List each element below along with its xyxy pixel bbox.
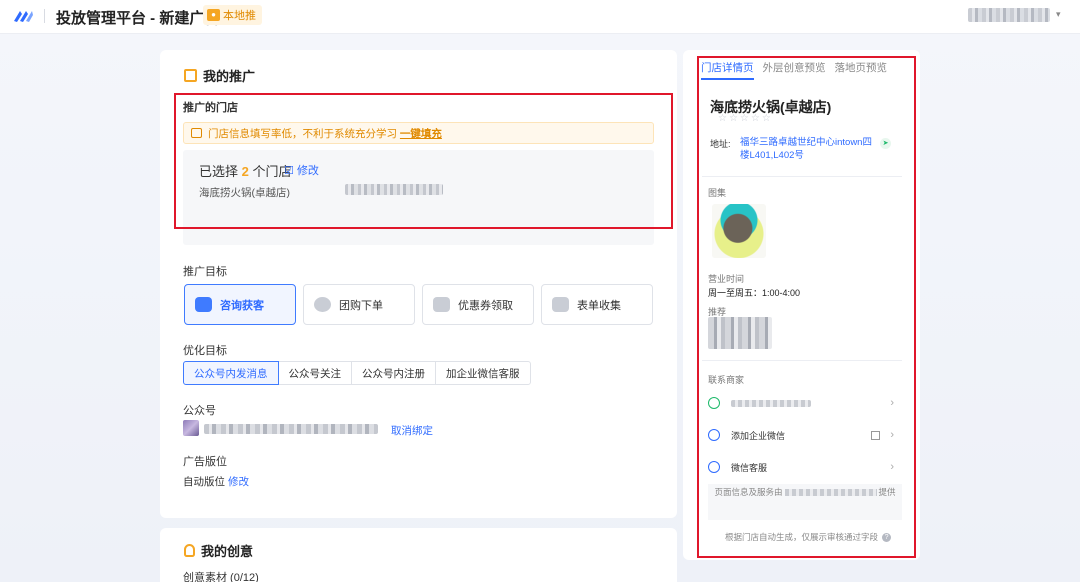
goal-consult[interactable]: 咨询获客	[184, 284, 296, 325]
hours-text: 周一至周五：1:00-4:00	[708, 288, 801, 298]
contact-wecom-label: 添加企业微信	[731, 430, 786, 441]
unbind-link[interactable]: 取消绑定	[391, 423, 433, 438]
contact-wecom-row[interactable]: 添加企业微信 ›	[708, 426, 894, 444]
form-icon	[552, 297, 569, 312]
contact-phone-row[interactable]: ›	[708, 394, 894, 412]
creative-title: 我的创意	[184, 541, 253, 560]
goal-groupbuy-label: 团购下单	[339, 299, 383, 312]
coupon-icon	[433, 297, 450, 312]
user-account-name[interactable]	[968, 8, 1050, 22]
auto-generated-footnote: 根据门店自动生成，仅展示审核通过字段 ?	[725, 531, 892, 543]
selected-count: 2	[241, 164, 249, 179]
groupbuy-icon	[314, 297, 331, 312]
edit-stores-label: 修改	[296, 165, 319, 177]
rating-stars: ☆☆☆☆☆	[718, 113, 773, 124]
provider-prefix: 页面信息及服务由	[714, 487, 783, 497]
promotion-title: 我的推广	[184, 66, 255, 85]
chevron-right-icon: ›	[890, 461, 894, 473]
goal-form[interactable]: 表单收集	[541, 284, 653, 325]
contact-wechat-service-row[interactable]: 微信客服 ›	[708, 458, 894, 476]
platform-logo-icon	[14, 11, 33, 22]
address-label: 地址:	[710, 139, 731, 149]
store-section-label: 推广的门店	[183, 102, 238, 114]
title-divider	[44, 9, 45, 23]
adpos-value: 自动版位	[183, 476, 225, 488]
gzh-avatar	[183, 420, 199, 436]
gallery-image[interactable]	[712, 204, 766, 258]
chevron-down-icon[interactable]: ▾	[1056, 9, 1061, 20]
goal-groupbuy[interactable]: 团购下单	[303, 284, 415, 325]
goal-consult-label: 咨询获客	[220, 299, 264, 312]
opt-tab-wecom-service[interactable]: 加企业微信客服	[435, 361, 531, 385]
warning-text: 门店信息填写率低，不利于系统充分学习	[208, 127, 397, 140]
adpos-edit-link[interactable]: 修改	[228, 474, 249, 489]
adpos-section-label: 广告版位	[183, 456, 227, 468]
edit-icon: ☑	[284, 165, 294, 177]
goal-form-label: 表单收集	[577, 299, 621, 312]
selected-stores-summary: 已选择 2 个门店	[199, 161, 292, 180]
one-click-fill-link[interactable]: 一键填充	[400, 128, 442, 140]
wecom-icon	[708, 429, 720, 441]
preview-tabs: 门店详情页 外层创意预览 落地页预览	[701, 60, 887, 80]
selected-prefix: 已选择	[199, 164, 239, 179]
store-name: 海底捞火锅(卓越店)	[199, 187, 290, 199]
qr-code-icon	[871, 430, 880, 440]
top-bar: 投放管理平台 - 新建广告 ● 本地推 ▾	[0, 0, 1080, 34]
tag-label: 本地推	[223, 10, 256, 22]
opt-section-label: 优化目标	[183, 345, 227, 357]
promotion-icon	[184, 69, 197, 82]
divider	[702, 176, 902, 177]
recommend-blurred	[708, 317, 772, 349]
store-warning-icon	[191, 128, 202, 138]
page-title: 投放管理平台 - 新建广告	[56, 10, 220, 27]
opt-tab-follow[interactable]: 公众号关注	[277, 361, 352, 385]
phone-number-blurred	[731, 399, 811, 407]
store-address-blurred	[345, 184, 443, 195]
tab-outer-creative[interactable]: 外层创意预览	[763, 60, 826, 80]
footnote-text: 根据门店自动生成，仅展示审核通过字段	[725, 532, 879, 542]
phone-icon	[708, 397, 720, 409]
creative-title-text: 我的创意	[201, 544, 254, 559]
chevron-right-icon: ›	[890, 429, 894, 441]
provider-name-blurred	[784, 489, 877, 497]
store-tag-icon: ●	[207, 9, 220, 21]
goal-section-label: 推广目标	[183, 266, 227, 278]
gzh-section-label: 公众号	[183, 405, 216, 417]
address-text[interactable]: 福华三路卓越世纪中心intown四楼L401,L402号	[740, 136, 872, 162]
opt-tabs: 公众号内发消息 公众号关注 公众号内注册 加企业微信客服	[183, 361, 531, 385]
help-icon[interactable]: ?	[882, 532, 892, 542]
provider-notice: 页面信息及服务由 提供	[708, 484, 902, 520]
provider-suffix: 提供	[878, 487, 896, 497]
edit-stores-link[interactable]: ☑ 修改	[284, 162, 319, 178]
creative-material-label: 创意素材 (0/12)	[183, 572, 259, 582]
store-info-warning: 门店信息填写率低，不利于系统充分学习 一键填充	[183, 122, 654, 144]
divider	[702, 360, 902, 361]
tab-landing-page[interactable]: 落地页预览	[835, 60, 888, 80]
local-promo-tag: ● 本地推	[203, 5, 262, 25]
lightbulb-icon	[184, 544, 195, 557]
navigate-icon[interactable]: ➤	[880, 138, 891, 149]
wechat-service-icon	[708, 461, 720, 473]
goal-coupon-label: 优惠券领取	[458, 299, 513, 312]
contact-wechat-service-label: 微信客服	[731, 462, 768, 473]
tab-store-detail[interactable]: 门店详情页	[701, 60, 754, 80]
promotion-title-text: 我的推广	[203, 69, 256, 84]
opt-tab-register[interactable]: 公众号内注册	[351, 361, 436, 385]
chevron-right-icon: ›	[890, 397, 894, 409]
gzh-name-blurred	[204, 424, 378, 434]
contact-label: 联系商家	[708, 375, 745, 385]
opt-tab-message[interactable]: 公众号内发消息	[183, 361, 279, 385]
hours-label: 营业时间	[708, 274, 745, 284]
goal-coupon[interactable]: 优惠券领取	[422, 284, 534, 325]
chat-icon	[195, 297, 212, 312]
gallery-label: 图集	[708, 188, 727, 198]
